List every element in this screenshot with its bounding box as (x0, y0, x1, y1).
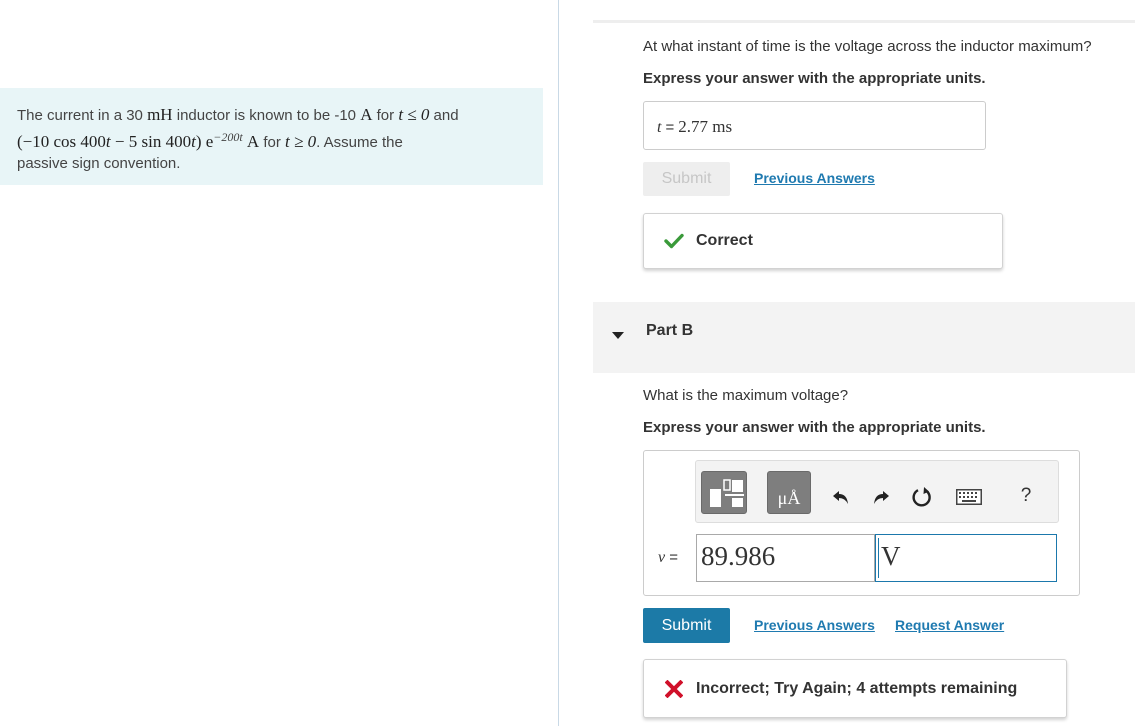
x-mark-icon (662, 679, 686, 698)
request-answer-link[interactable]: Request Answer (895, 617, 1004, 633)
unit-input[interactable]: V (875, 534, 1057, 582)
part-a-feedback: Correct (643, 213, 1003, 269)
templates-button[interactable] (701, 471, 747, 514)
templates-icon (710, 479, 744, 507)
problem-text: for (372, 107, 399, 124)
checkmark-icon (662, 233, 686, 249)
problem-text: . Assume the (316, 133, 403, 151)
unit-a: A (246, 131, 260, 151)
part-b-submit-button[interactable]: Submit (643, 608, 730, 643)
part-a-answer-value: 2.77 ms (678, 117, 733, 136)
answer-label-v: v = (658, 549, 678, 567)
problem-text: and (429, 107, 459, 124)
column-divider (558, 0, 559, 726)
part-a-top-border (593, 20, 1135, 23)
answer-variable-v: v (658, 549, 666, 566)
units-button[interactable]: μÅ (767, 471, 811, 514)
problem-text: inductor is known to be -10 (172, 107, 361, 124)
collapse-triangle-icon[interactable] (612, 332, 624, 339)
undo-icon[interactable] (829, 485, 853, 509)
unit-a: A (360, 105, 373, 124)
text-cursor (878, 538, 879, 578)
part-b-previous-answers-link[interactable]: Previous Answers (754, 617, 875, 633)
keyboard-icon[interactable] (954, 487, 984, 507)
part-a-feedback-text: Correct (696, 232, 753, 249)
unit-mh: mH (147, 105, 173, 124)
condition-t-le-0: t ≤ 0 (398, 105, 430, 124)
current-expression-part: ) e (195, 131, 214, 151)
part-a-previous-answers-link[interactable]: Previous Answers (754, 170, 875, 186)
equals-sign: = (669, 549, 679, 566)
answer-variable-t: t (657, 119, 662, 136)
condition-t-ge-0: t ≥ 0 (285, 131, 317, 151)
redo-icon[interactable] (869, 485, 893, 509)
part-a-submit-button[interactable]: Submit (643, 162, 730, 196)
problem-text: The current in a 30 (17, 107, 148, 124)
part-b-question: What is the maximum voltage? (643, 387, 849, 404)
current-expression-part: − 5 sin 400 (110, 131, 192, 151)
answer-editor: μÅ ? v = 89.986 V (643, 450, 1080, 596)
math-toolbar: μÅ ? (695, 460, 1059, 523)
problem-text: for (259, 133, 286, 151)
unit-input-value: V (881, 541, 901, 571)
reset-icon[interactable] (909, 484, 935, 510)
current-exponent: −200t (213, 129, 243, 144)
part-b-feedback-text: Incorrect; Try Again; 4 attempts remaini… (696, 679, 1018, 697)
help-icon[interactable]: ? (1014, 483, 1038, 509)
problem-statement: The current in a 30 mH inductor is known… (0, 88, 543, 185)
current-expression-part: (−10 cos 400 (17, 131, 106, 151)
equals-sign: = (665, 119, 675, 136)
part-b-title: Part B (646, 322, 694, 339)
part-a-question: At what instant of time is the voltage a… (643, 38, 1092, 55)
part-b-feedback: Incorrect; Try Again; 4 attempts remaini… (643, 659, 1067, 718)
part-a-answer-box: t = 2.77 ms (643, 101, 986, 150)
value-input[interactable]: 89.986 (696, 534, 875, 582)
part-b-instruction: Express your answer with the appropriate… (643, 419, 986, 436)
part-a-instruction: Express your answer with the appropriate… (643, 70, 986, 87)
part-b-header[interactable]: Part B (593, 302, 1135, 373)
problem-text: passive sign convention. (17, 155, 181, 172)
